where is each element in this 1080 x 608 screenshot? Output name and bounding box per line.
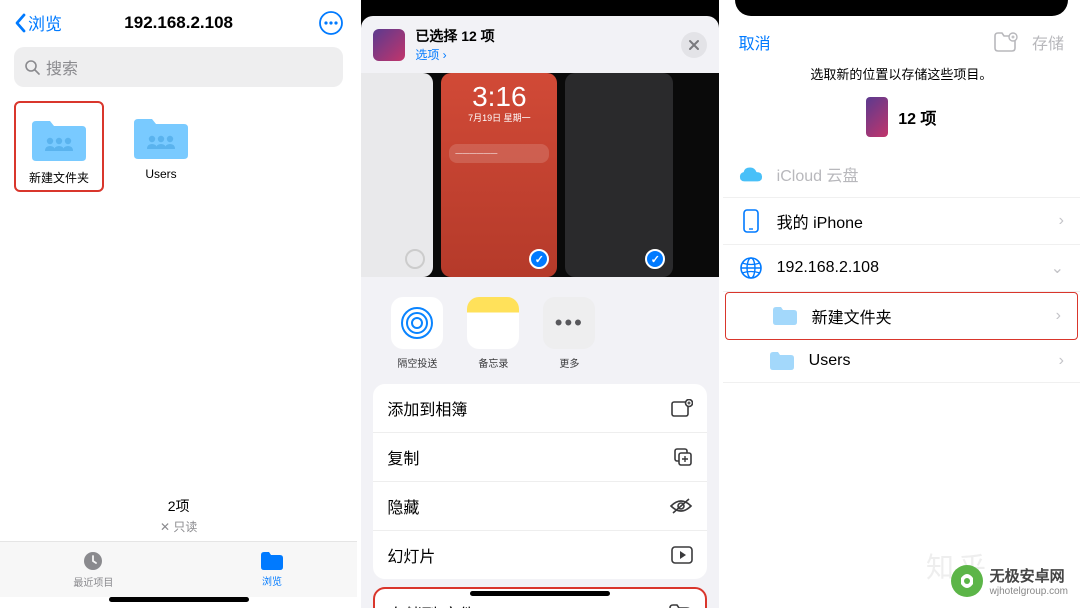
save-subtitle: 选取新的位置以存储这些项目。 (723, 64, 1080, 83)
close-button[interactable] (681, 32, 707, 58)
item-summary: 12 项 (723, 97, 1080, 137)
options-link[interactable]: 选项 › (415, 46, 670, 63)
folder-icon (260, 551, 284, 571)
watermark-url: wjhotelgroup.com (990, 586, 1068, 597)
folder-label: 新建文件夹 (16, 169, 102, 186)
item-count: 12 项 (898, 105, 936, 129)
readonly-badge: ✕ 只读 (0, 518, 357, 535)
photo-preview-strip[interactable]: 3:16 7月19日 星期一 ―――――― ✓ ✓ (361, 73, 718, 277)
location-icloud: iCloud 云盘 (723, 151, 1080, 198)
tab-bar: 最近项目 浏览 (0, 541, 357, 597)
location-server[interactable]: 192.168.2.108 ⌄ (723, 245, 1080, 292)
chevron-down-icon: ⌄ (1051, 258, 1064, 278)
save-button[interactable]: 存储 (1032, 30, 1064, 54)
chevron-right-icon: › (1059, 352, 1064, 370)
selection-thumb (373, 29, 405, 61)
preview-item[interactable]: ✓ (565, 73, 673, 277)
folder-label: Users (116, 167, 206, 181)
notes-icon (467, 297, 519, 349)
location-iphone[interactable]: 我的 iPhone › (723, 198, 1080, 245)
watermark-logo-icon (950, 564, 984, 598)
location-list: iCloud 云盘 我的 iPhone › 192.168.2.108 ⌄ 新建… (723, 151, 1080, 383)
phone-save-location: 取消 存储 选取新的位置以存储这些项目。 12 项 iCloud 云盘 我的 i… (723, 0, 1080, 608)
status-bar (735, 0, 1068, 16)
watermark-title: 无极安卓网 (990, 568, 1065, 585)
album-icon (671, 399, 693, 417)
bottom-area: 2项 ✕ 只读 最近项目 浏览 (0, 496, 357, 608)
search-placeholder: 搜索 (46, 55, 78, 79)
share-app-more[interactable]: ••• 更多 (543, 297, 595, 370)
folder-item[interactable]: Users (116, 101, 206, 192)
status-bar (361, 0, 718, 16)
home-indicator[interactable] (109, 597, 249, 602)
search-input[interactable]: 搜索 (14, 47, 343, 87)
globe-icon (739, 256, 763, 280)
share-sheet: 已选择 12 项 选项 › 3:16 7月19日 星期一 ―――――― ✓ (361, 16, 718, 608)
home-indicator[interactable] (470, 591, 610, 596)
folder-icon (769, 351, 795, 371)
selection-check-icon[interactable] (405, 249, 425, 269)
chevron-right-icon: › (1056, 307, 1061, 325)
folder-item[interactable]: 新建文件夹 (14, 101, 104, 192)
selection-check-icon[interactable]: ✓ (529, 249, 549, 269)
action-add-to-album[interactable]: 添加到相簿 (373, 384, 706, 433)
chevron-left-icon (14, 13, 26, 33)
lockscreen-date: 7月19日 星期一 (441, 111, 557, 124)
lockscreen-time: 3:16 (441, 81, 557, 113)
item-thumb (866, 97, 888, 137)
watermark: 无极安卓网 wjhotelgroup.com (950, 564, 1068, 598)
more-icon[interactable] (319, 11, 343, 35)
folder-icon (669, 604, 691, 608)
folder-icon (772, 306, 798, 326)
tab-browse[interactable]: 浏览 (260, 551, 284, 588)
action-copy[interactable]: 复制 (373, 433, 706, 482)
search-icon (24, 59, 40, 75)
preview-item[interactable] (361, 73, 433, 277)
ellipsis-icon: ••• (543, 297, 595, 349)
iphone-icon (743, 209, 759, 233)
back-label: 浏览 (28, 10, 62, 35)
back-button[interactable]: 浏览 (14, 10, 62, 35)
action-slideshow[interactable]: 幻灯片 (373, 531, 706, 579)
share-apps-row: 隔空投送 备忘录 ••• 更多 (361, 277, 718, 384)
sheet-header: 已选择 12 项 选项 › (361, 16, 718, 73)
eye-slash-icon (669, 497, 693, 515)
clock-icon (82, 550, 104, 572)
share-app-notes[interactable]: 备忘录 (467, 297, 519, 370)
close-icon (688, 39, 700, 51)
save-button-group: 存储 (994, 30, 1064, 54)
new-folder-icon[interactable] (994, 32, 1018, 52)
save-header: 取消 存储 (723, 16, 1080, 64)
shared-folder-icon (30, 117, 88, 163)
play-icon (671, 546, 693, 564)
chevron-right-icon: › (1059, 212, 1064, 230)
copy-icon (673, 447, 693, 467)
location-users[interactable]: Users › (723, 340, 1080, 383)
airdrop-icon (400, 306, 434, 340)
preview-item[interactable]: 3:16 7月19日 星期一 ―――――― ✓ (441, 73, 557, 277)
action-hide[interactable]: 隐藏 (373, 482, 706, 531)
location-newfolder[interactable]: 新建文件夹 › (725, 292, 1078, 340)
item-count: 2项 (0, 496, 357, 516)
lockscreen-notification: ―――――― (449, 144, 549, 163)
page-title: 192.168.2.108 (124, 13, 233, 33)
tab-recent[interactable]: 最近项目 (73, 550, 113, 589)
selection-count: 已选择 12 项 (415, 26, 670, 46)
cancel-button[interactable]: 取消 (739, 30, 771, 54)
selection-check-icon[interactable]: ✓ (645, 249, 665, 269)
cloud-icon (739, 165, 763, 183)
sheet-header-text: 已选择 12 项 选项 › (415, 26, 670, 63)
shared-folder-icon (132, 115, 190, 161)
share-actions: 添加到相簿 复制 隐藏 幻灯片 (373, 384, 706, 579)
nav-header: 浏览 192.168.2.108 (0, 0, 357, 41)
phone-files-browser: 浏览 192.168.2.108 搜索 新建文件夹 Users 2项 ✕ 只读 … (0, 0, 357, 608)
folder-grid: 新建文件夹 Users (0, 101, 357, 192)
share-app-airdrop[interactable]: 隔空投送 (391, 297, 443, 370)
phone-share-sheet: 已选择 12 项 选项 › 3:16 7月19日 星期一 ―――――― ✓ (361, 0, 718, 608)
